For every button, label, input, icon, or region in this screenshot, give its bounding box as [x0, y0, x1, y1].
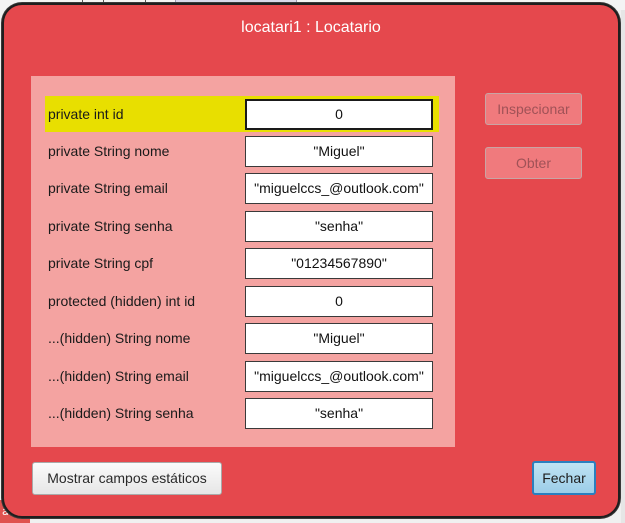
field-row[interactable]: private String senha "senha"	[45, 208, 439, 244]
field-label: protected (hidden) int id	[48, 293, 196, 309]
field-value[interactable]: "01234567890"	[245, 248, 433, 279]
field-value[interactable]: "senha"	[245, 398, 433, 429]
background-window-edge	[621, 10, 625, 523]
field-label: private String email	[48, 180, 168, 196]
field-label: private String nome	[48, 143, 170, 159]
field-row[interactable]: ...(hidden) String senha "senha"	[45, 395, 439, 431]
close-button[interactable]: Fechar	[532, 461, 596, 495]
field-label: private int id	[45, 96, 245, 132]
field-label: private String cpf	[48, 255, 154, 271]
field-value[interactable]: "miguelccs_@outlook.com"	[245, 173, 433, 204]
field-label: ...(hidden) String email	[48, 368, 189, 384]
field-value[interactable]: "senha"	[245, 211, 433, 242]
field-row[interactable]: private String email "miguelccs_@outlook…	[45, 170, 439, 206]
field-row[interactable]: protected (hidden) int id 0	[45, 283, 439, 319]
field-row[interactable]: private int id 0	[45, 96, 439, 132]
show-static-fields-button[interactable]: Mostrar campos estáticos	[32, 462, 222, 495]
object-inspector-dialog: locatari1 : Locatario private int id 0 p…	[2, 3, 620, 518]
field-row[interactable]: ...(hidden) String nome "Miguel"	[45, 320, 439, 356]
inspect-button[interactable]: Inspecionar	[485, 93, 582, 125]
field-value[interactable]: "Miguel"	[245, 323, 433, 354]
fields-panel: private int id 0 private String nome "Mi…	[31, 76, 455, 447]
field-row[interactable]: private String cpf "01234567890"	[45, 245, 439, 281]
dialog-title: locatari1 : Locatario	[241, 19, 381, 36]
field-value[interactable]: "miguelccs_@outlook.com"	[245, 361, 433, 392]
field-row[interactable]: private String nome "Miguel"	[45, 133, 439, 169]
field-value[interactable]: 0	[245, 99, 433, 130]
field-label: private String senha	[48, 218, 173, 234]
get-button[interactable]: Obter	[485, 147, 582, 179]
field-value[interactable]: 0	[245, 286, 433, 317]
field-row[interactable]: ...(hidden) String email "miguelccs_@out…	[45, 358, 439, 394]
field-label: ...(hidden) String nome	[48, 330, 191, 346]
field-value[interactable]: "Miguel"	[245, 136, 433, 167]
field-label: ...(hidden) String senha	[48, 405, 194, 421]
